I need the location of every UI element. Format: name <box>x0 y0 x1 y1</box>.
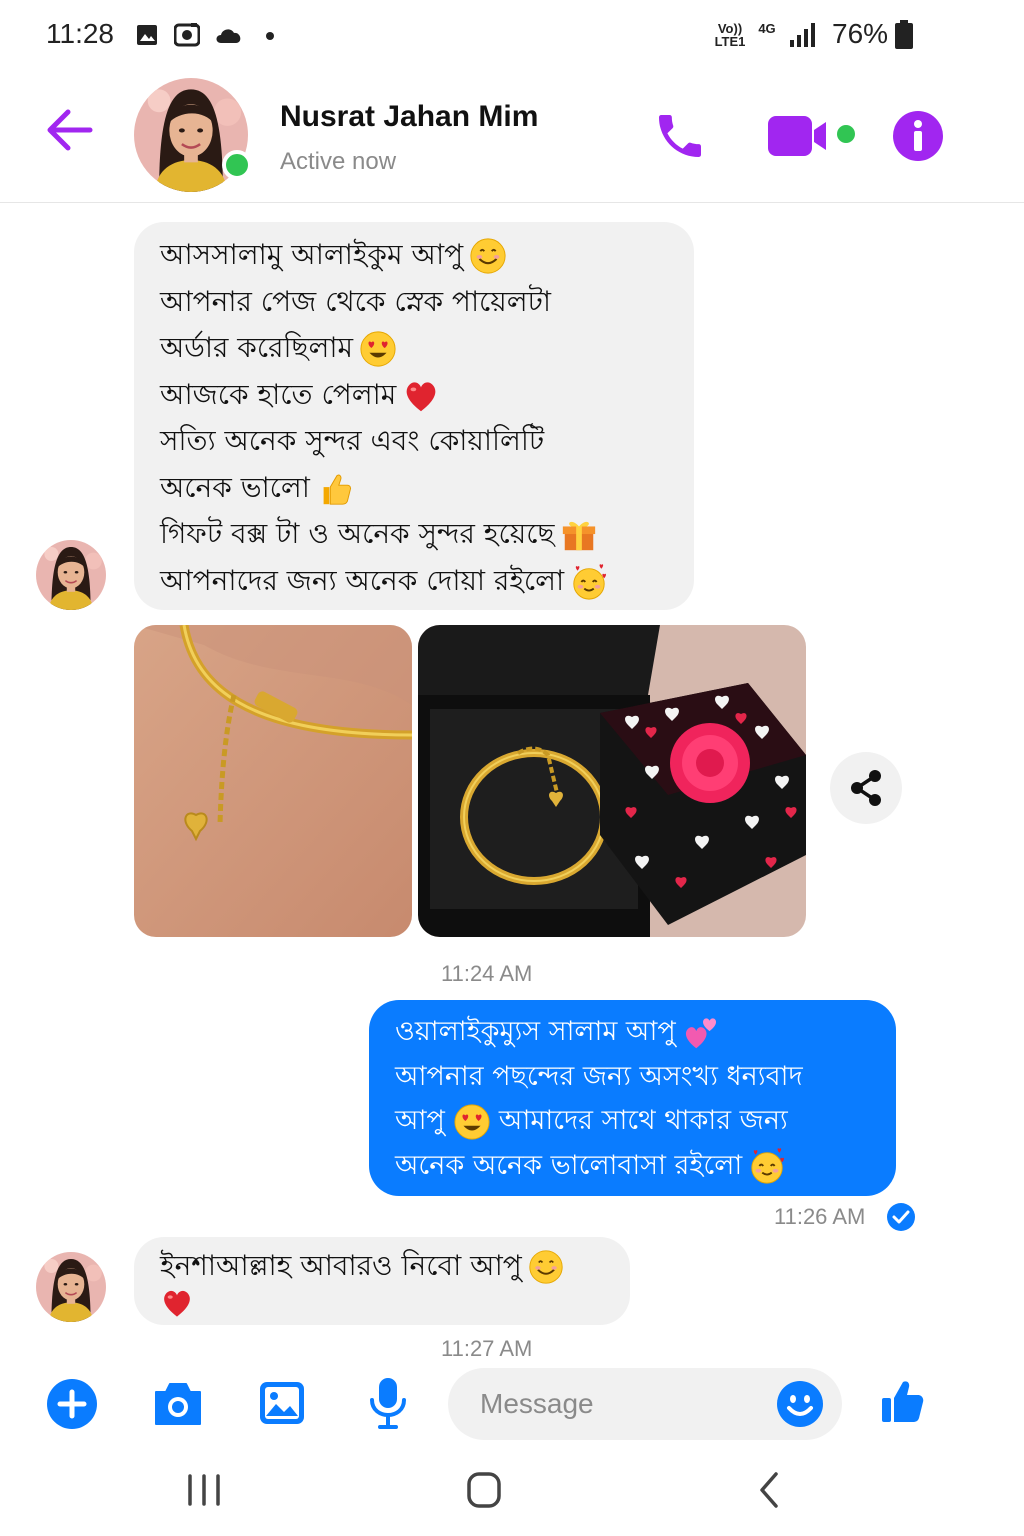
camera-icon <box>155 1383 201 1425</box>
conversation-header: Nusrat Jahan Mim Active now <box>0 72 1024 203</box>
message-line: অনেক অনেক ভালোবাসা রইলো <box>395 1144 870 1189</box>
add-button[interactable] <box>46 1378 98 1430</box>
message-line: সত্যি অনেক সুন্দর এবং কোয়ালিটি <box>160 424 545 457</box>
like-button[interactable] <box>878 1378 926 1426</box>
contact-name[interactable]: Nusrat Jahan Mim <box>280 100 538 134</box>
volte-indicator: Vo)) LTE1 <box>714 21 746 49</box>
message-line: গিফট বক্স টা ও অনেক সুন্দর হয়েছে <box>160 511 668 558</box>
share-icon <box>851 770 881 806</box>
sender-avatar[interactable] <box>36 540 106 610</box>
message-line: আপনাদের জন্য অনেক দোয়া রইলো <box>160 558 668 605</box>
message-line: অর্ডার করেছিলাম <box>160 325 668 372</box>
heart-eyes-emoji <box>453 1103 491 1141</box>
thumbs-up-icon <box>882 1381 924 1422</box>
message-line: ইনশাআল্লাহ আবারও নিবো আপু <box>160 1249 604 1285</box>
anklet-on-foot-photo[interactable] <box>134 625 412 937</box>
two-hearts-emoji <box>682 1014 720 1052</box>
image-icon <box>260 1382 304 1424</box>
thumbs-up-emoji <box>316 470 354 508</box>
gift-emoji <box>560 516 598 554</box>
message-timestamp: 11:27 AM <box>441 1336 533 1361</box>
message-line: আপনার পেজ থেকে স্নেক পায়েলটা <box>160 284 552 318</box>
video-call-button[interactable] <box>766 112 858 160</box>
plus-circle-icon <box>47 1379 97 1429</box>
heart-eyes-emoji <box>359 330 397 368</box>
message-line: ওয়ালাইকুম্যুস সালাম আপু <box>395 1010 870 1055</box>
message-line: আসসালামু আলাইকুম আপু <box>160 232 668 279</box>
incoming-message-bubble[interactable]: ইনশাআল্লাহ আবারও নিবো আপু <box>134 1237 630 1325</box>
sender-avatar[interactable] <box>36 1252 106 1322</box>
message-line: আপনার পছন্দের জন্য অসংখ্য ধন্যবাদ <box>395 1060 803 1092</box>
red-heart-emoji <box>160 1286 194 1320</box>
gift-box-photo[interactable] <box>418 625 806 937</box>
message-timestamp: 11:26 AM <box>774 1204 866 1229</box>
check-circle-icon <box>887 1203 915 1231</box>
battery-icon <box>895 20 913 49</box>
chevron-left-icon <box>760 1472 778 1508</box>
emoji-button[interactable] <box>776 1380 824 1428</box>
video-camera-icon <box>768 116 855 156</box>
status-bar: 11:28 Vo)) LTE1 4G 76% <box>0 0 1024 72</box>
microphone-icon <box>370 1378 406 1429</box>
gallery-button[interactable] <box>258 1380 306 1426</box>
signal-strength-icon <box>790 23 815 47</box>
smiling-face-with-hearts-emoji <box>570 563 608 601</box>
smiley-icon <box>777 1381 823 1427</box>
phone-icon <box>659 115 701 157</box>
audio-call-button[interactable] <box>652 108 708 164</box>
battery-percent: 76% <box>832 18 889 49</box>
arrow-left-icon <box>47 109 93 151</box>
info-button[interactable] <box>892 110 944 162</box>
message-line: অনেক ভালো <box>160 465 668 512</box>
online-status-dot <box>222 150 252 180</box>
red-heart-emoji <box>402 377 440 415</box>
network-type-indicator: 4G <box>758 21 776 36</box>
outgoing-message-bubble[interactable]: ওয়ালাইকুম্যুস সালাম আপু আপনার পছন্দের জ… <box>369 1000 896 1196</box>
message-line: আপু আমাদের সাথে থাকার জন্য <box>395 1099 870 1144</box>
presence-status: Active now <box>280 148 397 175</box>
smiling-face-emoji <box>469 237 507 275</box>
voice-message-button[interactable] <box>368 1376 408 1430</box>
recent-apps-icon <box>188 1474 220 1506</box>
home-button[interactable] <box>454 1468 514 1512</box>
info-icon <box>893 111 943 161</box>
cloud-icon <box>216 29 241 43</box>
smiling-face-emoji <box>528 1249 564 1285</box>
back-button[interactable] <box>42 102 98 158</box>
incoming-message-bubble[interactable]: আসসালামু আলাইকুম আপু আপনার পেজ থেকে স্নে… <box>134 222 694 610</box>
recent-apps-button[interactable] <box>174 1468 234 1512</box>
smiling-face-with-hearts-emoji <box>748 1147 786 1185</box>
message-line <box>160 1285 604 1320</box>
gallery-notification-icon <box>137 25 157 45</box>
share-button[interactable] <box>830 752 902 824</box>
back-nav-button[interactable] <box>740 1468 800 1512</box>
screenshot-notification-icon <box>174 23 200 47</box>
more-notifications-dot-icon <box>266 32 274 40</box>
message-line: আজকে হাতে পেলাম <box>160 372 668 419</box>
status-time: 11:28 <box>46 18 114 49</box>
camera-button[interactable] <box>152 1380 204 1428</box>
message-timestamp: 11:24 AM <box>441 961 533 986</box>
home-icon <box>467 1472 501 1508</box>
